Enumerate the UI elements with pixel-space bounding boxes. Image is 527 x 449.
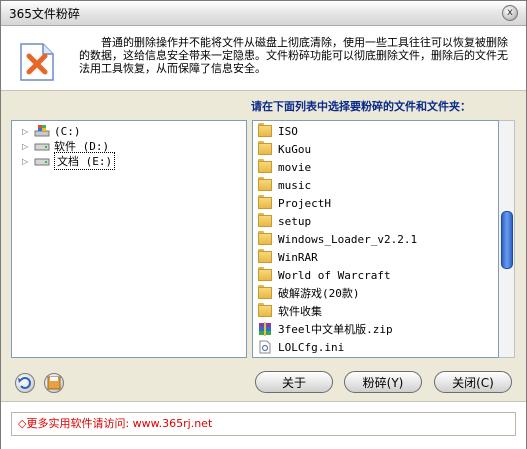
tree-item-c-drive[interactable]: ▷ (C:) — [22, 124, 81, 138]
title-bar[interactable]: 365文件粉碎 x — [1, 1, 526, 26]
close-button[interactable]: 关闭(C) — [434, 371, 512, 393]
list-item[interactable]: KuGou — [258, 141, 311, 157]
folder-icon — [258, 249, 272, 263]
refresh-icon — [18, 377, 31, 389]
folder-icon — [258, 267, 272, 281]
file-name: KuGou — [278, 142, 312, 156]
list-item[interactable]: 破解游戏(20款) — [258, 285, 360, 301]
expand-toggle-icon[interactable]: ▷ — [22, 127, 34, 136]
file-name: ProjectH — [278, 196, 331, 210]
list-item[interactable]: setup — [258, 213, 311, 229]
list-item[interactable]: 3feel中文单机版.zip — [258, 321, 393, 337]
instruction-label: 请在下面列表中选择要粉碎的文件和文件夹： — [251, 100, 471, 113]
folder-icon — [258, 303, 272, 317]
expand-toggle-icon[interactable]: ▷ — [22, 142, 34, 151]
list-item[interactable]: 软件收集 — [258, 303, 322, 319]
file-name: WinRAR — [278, 250, 318, 264]
folder-icon — [258, 195, 272, 209]
file-name: 破解游戏(20款) — [278, 287, 360, 300]
windows-drive-icon — [34, 125, 50, 137]
list-item[interactable]: World of Warcraft — [258, 267, 391, 283]
tree-item-d-drive[interactable]: ▷ 软件 (D:) — [22, 139, 109, 153]
footer-panel: ◇更多实用软件请访问: www.365rj.net — [1, 401, 526, 449]
shred-button[interactable]: 粉碎(Y) — [344, 371, 422, 393]
description-text: 普通的删除操作并不能将文件从磁盘上彻底清除，使用一些工具往往可以恢复被删除的数据… — [79, 36, 508, 75]
file-name: ISO — [278, 124, 298, 138]
list-item[interactable]: Windows_Loader_v2.2.1 — [258, 231, 417, 247]
list-item[interactable]: LOLCfg.ini — [258, 339, 344, 355]
tree-label-selected: 文档 (E:) — [54, 152, 116, 170]
close-window-button[interactable]: x — [502, 5, 518, 21]
hard-drive-icon — [34, 143, 50, 151]
tree-label: (C:) — [54, 124, 81, 138]
refresh-button[interactable] — [15, 373, 35, 393]
folder-icon — [258, 177, 272, 191]
main-content: 请在下面列表中选择要粉碎的文件和文件夹： ▷ (C:) ▷ 软件 (D:) ▷ — [1, 90, 526, 402]
list-item[interactable]: ProjectH — [258, 195, 331, 211]
window-title: 365文件粉碎 — [9, 7, 80, 21]
folder-icon — [258, 159, 272, 173]
ini-file-icon — [259, 340, 271, 354]
promo-link[interactable]: ◇更多实用软件请访问: www.365rj.net — [11, 412, 516, 436]
about-button[interactable]: 关于 — [255, 371, 333, 393]
file-name: LOLCfg.ini — [278, 340, 345, 354]
file-name: music — [278, 178, 312, 192]
file-name: 软件收集 — [278, 305, 322, 318]
list-item[interactable]: music — [258, 177, 311, 193]
file-name: setup — [278, 214, 312, 228]
file-list-scrollbar[interactable] — [499, 120, 515, 358]
file-list[interactable]: ISO KuGou movie music ProjectH setup Win… — [252, 120, 499, 358]
drive-tree[interactable]: ▷ (C:) ▷ 软件 (D:) ▷ 文档 (E:) — [11, 120, 247, 358]
tree-item-e-drive[interactable]: ▷ 文档 (E:) — [22, 152, 116, 170]
folder-icon — [258, 123, 272, 137]
expand-toggle-icon[interactable]: ▷ — [22, 157, 34, 166]
floppy-disk-icon — [47, 376, 61, 390]
file-name: World of Warcraft — [278, 268, 391, 282]
file-name: Windows_Loader_v2.2.1 — [278, 232, 418, 246]
folder-icon — [258, 141, 272, 155]
zip-archive-icon — [259, 322, 271, 336]
file-name: 3feel中文单机版.zip — [278, 323, 393, 336]
list-item[interactable]: ISO — [258, 123, 298, 139]
hard-drive-icon — [34, 158, 50, 166]
folder-icon — [258, 213, 272, 227]
shred-file-icon — [20, 43, 54, 81]
folder-icon — [258, 231, 272, 245]
app-window: 365文件粉碎 x 普通的删除操作并不能将文件从磁盘上彻底清除，使用一些工具往往… — [0, 0, 527, 449]
list-item[interactable]: movie — [258, 159, 311, 175]
scrollbar-thumb[interactable] — [501, 211, 513, 269]
file-name: movie — [278, 160, 312, 174]
save-disk-button[interactable] — [44, 373, 64, 393]
folder-icon — [258, 285, 272, 299]
list-item[interactable]: WinRAR — [258, 249, 318, 265]
header-panel: 普通的删除操作并不能将文件从磁盘上彻底清除，使用一些工具往往可以恢复被删除的数据… — [1, 26, 526, 90]
